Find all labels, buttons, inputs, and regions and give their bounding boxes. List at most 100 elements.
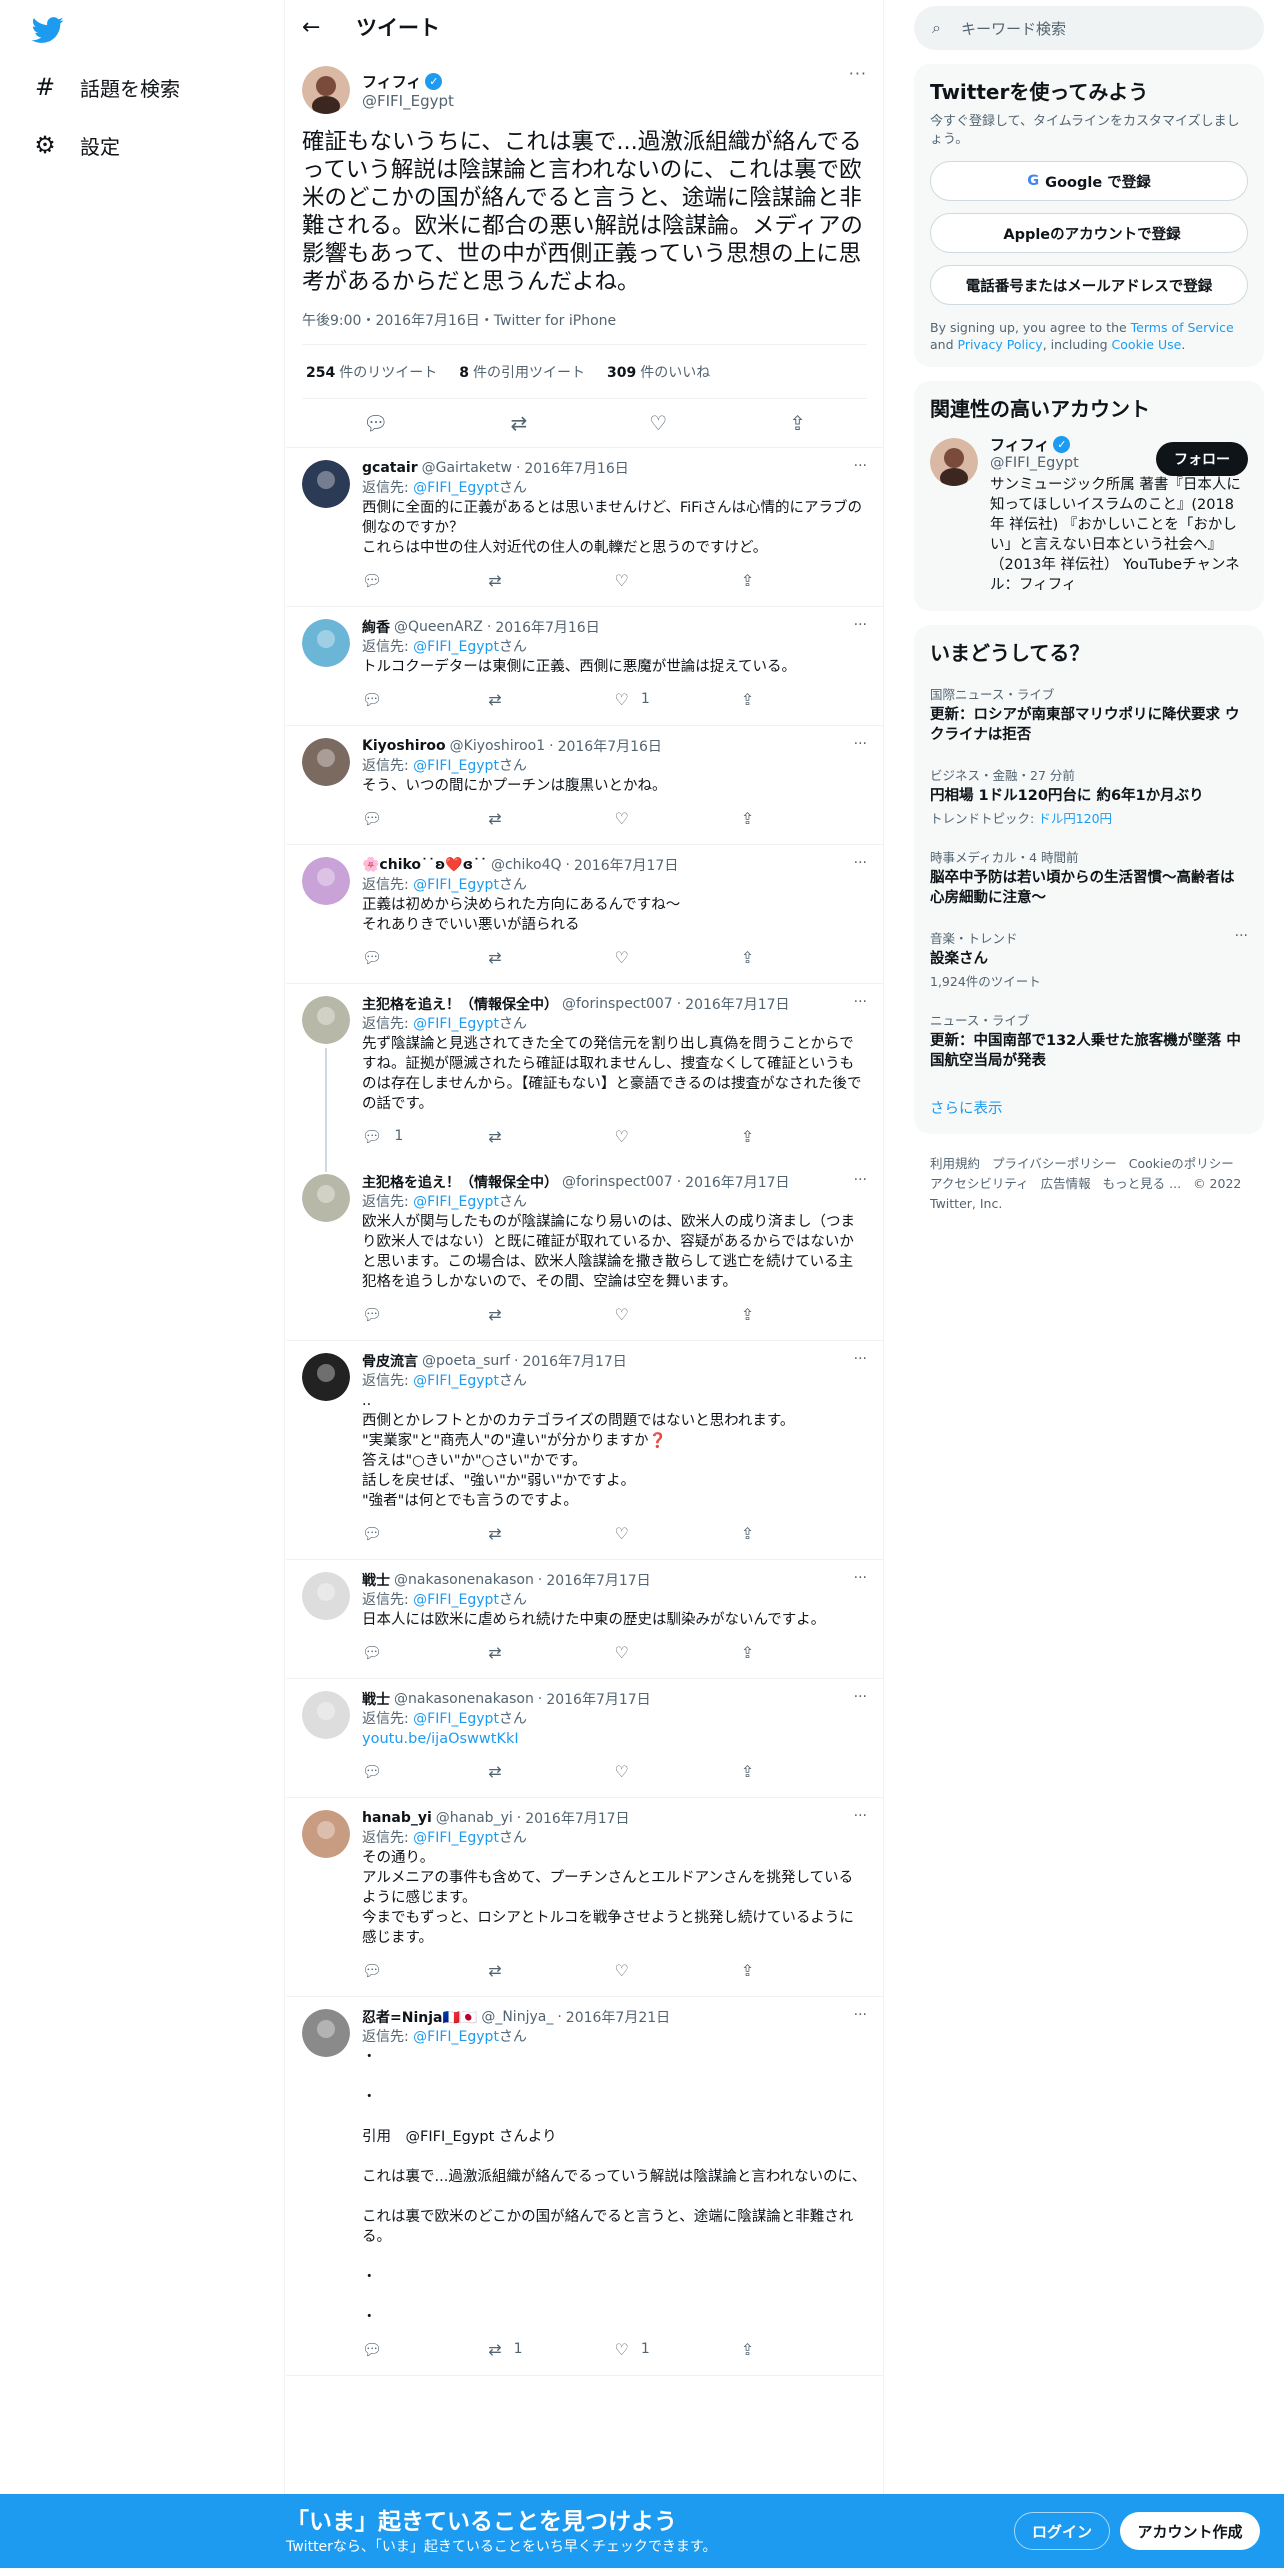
share-button[interactable]: ⇪ [741, 2340, 867, 2359]
reply-author-name[interactable]: Kiyoshiroo [362, 738, 446, 754]
reply-to-link[interactable]: @FIFI_Egypt [413, 1830, 499, 1846]
trend-item[interactable]: 音楽・トレンド 設楽さん 1,924件のツイート ··· [914, 918, 1264, 1000]
reply-date[interactable]: 2016年7月16日 [495, 617, 599, 637]
follow-button[interactable]: フォロー [1156, 442, 1248, 476]
footer-link[interactable]: 広告情報 [1041, 1176, 1091, 1191]
reply-author-name[interactable]: 戦士 [362, 1570, 390, 1590]
avatar[interactable] [302, 1810, 350, 1858]
retweet-button[interactable]: ⇄ [488, 571, 614, 590]
reply-to-link[interactable]: @FIFI_Egypt [413, 1711, 499, 1727]
reply-tweet[interactable]: 絢香 @QueenARZ · 2016年7月16日 ··· 返信先: @FIFI… [286, 607, 883, 726]
reply-author-handle[interactable]: @nakasonenakason [394, 1572, 534, 1588]
reply-tweet[interactable]: 戦士 @nakasonenakason · 2016年7月17日 ··· 返信先… [286, 1560, 883, 1679]
footer-link[interactable]: プライバシーポリシー [992, 1156, 1117, 1171]
more-options-icon[interactable]: ··· [854, 736, 867, 752]
reply-author-handle[interactable]: @QueenARZ [394, 619, 483, 635]
trend-item[interactable]: ビジネス・金融・27 分前 円相場 1ドル120円台に 約6年1か月ぶり トレン… [914, 755, 1264, 837]
avatar[interactable] [302, 996, 350, 1044]
share-button[interactable]: ⇪ [741, 571, 867, 590]
reply-button[interactable]: 💬︎ [362, 1643, 488, 1662]
like-button[interactable]: ♡ [615, 809, 741, 828]
footer-link[interactable]: 利用規約 [930, 1156, 980, 1171]
tweet-meta[interactable]: 午後9:00・2016年7月16日・Twitter for iPhone [302, 310, 867, 345]
reply-to-link[interactable]: @FIFI_Egypt [413, 877, 499, 893]
retweet-button[interactable]: ⇄ [488, 690, 614, 709]
reply-author-name[interactable]: hanab_yi [362, 1810, 432, 1826]
reply-button[interactable]: 💬︎ [362, 948, 488, 967]
reply-author-handle[interactable]: @forinspect007 [562, 996, 673, 1012]
reply-button[interactable]: 💬︎ [362, 1305, 488, 1324]
google-signup-button[interactable]: G Google で登録 [930, 161, 1248, 201]
relevant-name[interactable]: フィフィ [990, 434, 1049, 455]
reply-tweet[interactable]: hanab_yi @hanab_yi · 2016年7月17日 ··· 返信先:… [286, 1798, 883, 1997]
reply-button[interactable]: 💬︎ [362, 2340, 488, 2359]
privacy-link[interactable]: Privacy Policy [958, 337, 1043, 352]
avatar[interactable] [302, 857, 350, 905]
reply-button[interactable]: 💬︎ 1 [362, 1127, 488, 1146]
reply-button[interactable]: 💬︎ [362, 1524, 488, 1543]
nav-settings[interactable]: ⚙ 設定 [28, 120, 120, 170]
retweet-button[interactable]: ⇄ [488, 1305, 614, 1324]
back-arrow-icon[interactable]: ← [302, 15, 342, 40]
avatar[interactable] [930, 438, 978, 486]
reply-date[interactable]: 2016年7月17日 [522, 1351, 626, 1371]
avatar[interactable] [302, 1174, 350, 1222]
reply-date[interactable]: 2016年7月17日 [546, 1570, 650, 1590]
retweet-button[interactable]: ⇄ [488, 1524, 614, 1543]
reply-tweet[interactable]: Kiyoshiroo @Kiyoshiroo1 · 2016年7月16日 ···… [286, 726, 883, 845]
like-icon[interactable]: ♡ [649, 411, 667, 435]
terms-link[interactable]: Terms of Service [1131, 320, 1234, 335]
quote-stat[interactable]: 8 件の引用ツイート [459, 362, 585, 382]
reply-date[interactable]: 2016年7月16日 [558, 736, 662, 756]
retweet-button[interactable]: ⇄ [488, 809, 614, 828]
more-options-icon[interactable]: ··· [854, 1351, 867, 1367]
reply-tweet[interactable]: 骨皮流言 @poeta_surf · 2016年7月17日 ··· 返信先: @… [286, 1341, 883, 1560]
reply-author-handle[interactable]: @poeta_surf [422, 1353, 510, 1369]
reply-date[interactable]: 2016年7月17日 [574, 855, 678, 875]
reply-tweet[interactable]: 🌸chiko˙˙ʚ❤️ɞ˙˙ @chiko4Q · 2016年7月17日 ···… [286, 845, 883, 984]
twitter-logo-icon[interactable] [31, 14, 64, 46]
share-button[interactable]: ⇪ [741, 1524, 867, 1543]
retweet-button[interactable]: ⇄ [488, 1961, 614, 1980]
retweet-icon[interactable]: ⇄ [510, 411, 527, 435]
trend-item[interactable]: 国際ニュース・ライブ 更新：ロシアが南東部マリウポリに降伏要求 ウクライナは拒否 [914, 674, 1264, 755]
relevant-account[interactable]: フィフィ ✓ @FIFI_Egypt サンミュージック所属 著書『日本人に知ってほ… [914, 430, 1264, 611]
footer-link[interactable]: アクセシビリティ [930, 1176, 1029, 1191]
reply-to-link[interactable]: @FIFI_Egypt [413, 2029, 499, 2045]
like-button[interactable]: ♡ [615, 1127, 741, 1146]
reply-link[interactable]: youtu.be/ijaOswwtKkI [362, 1729, 867, 1749]
more-options-icon[interactable]: ··· [854, 2007, 867, 2023]
reply-author-handle[interactable]: @Gairtaketw [422, 460, 512, 476]
reply-date[interactable]: 2016年7月17日 [546, 1689, 650, 1709]
reply-author-handle[interactable]: @chiko4Q [491, 857, 562, 873]
login-button[interactable]: ログイン [1014, 2512, 1110, 2550]
like-button[interactable]: ♡ [615, 1305, 741, 1324]
reply-author-handle[interactable]: @forinspect007 [562, 1174, 673, 1190]
reply-author-name[interactable]: 戦士 [362, 1689, 390, 1709]
reply-author-name[interactable]: 主犯格を追え！（情報保全中） [362, 994, 558, 1014]
retweet-button[interactable]: ⇄ [488, 948, 614, 967]
author-handle[interactable]: @FIFI_Egypt [362, 92, 454, 110]
reply-button[interactable]: 💬︎ [362, 1762, 488, 1781]
reply-to-link[interactable]: @FIFI_Egypt [413, 1016, 499, 1032]
phone-signup-button[interactable]: 電話番号またはメールアドレスで登録 [930, 265, 1248, 305]
trend-item[interactable]: 時事メディカル・4 時間前 脳卒中予防は若い頃からの生活習慣～高齢者は心房細動に… [914, 837, 1264, 918]
reply-author-name[interactable]: 絢香 [362, 617, 390, 637]
reply-to-link[interactable]: @FIFI_Egypt [413, 1592, 499, 1608]
share-button[interactable]: ⇪ [741, 809, 867, 828]
avatar[interactable] [302, 1691, 350, 1739]
more-options-icon[interactable]: ··· [854, 458, 867, 474]
reply-tweet[interactable]: 戦士 @nakasonenakason · 2016年7月17日 ··· 返信先… [286, 1679, 883, 1798]
reply-date[interactable]: 2016年7月17日 [525, 1808, 629, 1828]
nav-explore[interactable]: # 話題を検索 [28, 62, 180, 112]
like-button[interactable]: ♡ 1 [615, 690, 741, 709]
footer-link[interactable]: もっと見る ... [1103, 1176, 1181, 1191]
share-button[interactable]: ⇪ [741, 1305, 867, 1324]
more-options-icon[interactable]: ··· [854, 1689, 867, 1705]
reply-button[interactable]: 💬︎ [362, 809, 488, 828]
reply-tweet[interactable]: 主犯格を追え！（情報保全中） @forinspect007 · 2016年7月1… [286, 1162, 883, 1341]
reply-tweet[interactable]: gcatair @Gairtaketw · 2016年7月16日 ··· 返信先… [286, 448, 883, 607]
share-button[interactable]: ⇪ [741, 1643, 867, 1662]
retweet-button[interactable]: ⇄ [488, 1127, 614, 1146]
reply-author-name[interactable]: 🌸chiko˙˙ʚ❤️ɞ˙˙ [362, 857, 487, 873]
